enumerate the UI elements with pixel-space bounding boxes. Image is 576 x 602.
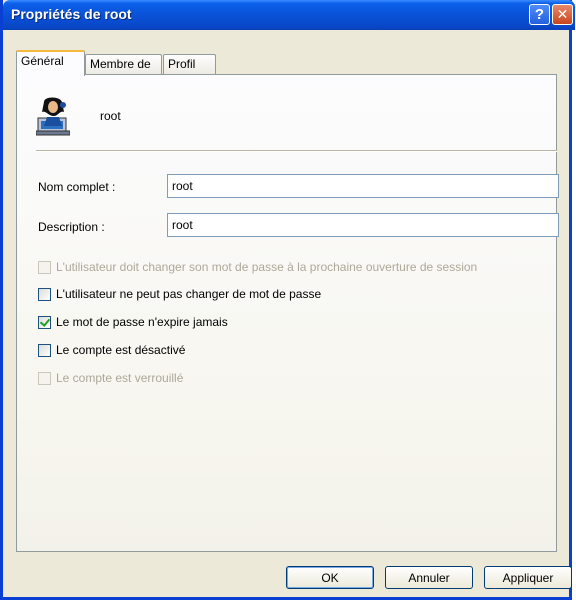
must-change-password-label: L'utilisateur doit changer son mot de pa… [56, 260, 478, 274]
must-change-password-checkbox [38, 261, 51, 274]
full-name-label: Nom complet : [38, 180, 116, 194]
tab-member-of[interactable]: Membre de [85, 54, 162, 74]
password-never-expires-label[interactable]: Le mot de passe n'expire jamais [56, 315, 228, 329]
tab-label: Général [21, 54, 64, 68]
ok-button[interactable]: OK [286, 566, 374, 589]
close-button[interactable]: ✕ [552, 4, 573, 25]
title-bar[interactable]: Propriétés de root ? ✕ [3, 0, 575, 30]
account-locked-checkbox [38, 372, 51, 385]
cancel-button[interactable]: Annuler [385, 566, 473, 589]
general-tab-panel [16, 74, 557, 552]
user-icon [36, 97, 70, 136]
account-locked-label: Le compte est verrouillé [56, 371, 184, 385]
tab-label: Membre de [90, 57, 151, 71]
account-disabled-checkbox[interactable] [38, 344, 51, 357]
cannot-change-password-checkbox[interactable] [38, 288, 51, 301]
tab-general[interactable]: Général [16, 50, 85, 76]
tab-label: Profil [168, 57, 196, 71]
window-title: Propriétés de root [11, 6, 132, 22]
description-field[interactable] [167, 213, 559, 237]
close-icon: ✕ [556, 6, 569, 22]
tab-profile[interactable]: Profil [163, 54, 216, 74]
user-name: root [100, 109, 121, 123]
full-name-field[interactable] [167, 174, 559, 198]
cannot-change-password-label[interactable]: L'utilisateur ne peut pas changer de mot… [56, 287, 321, 301]
description-label: Description : [38, 220, 105, 234]
help-button[interactable]: ? [529, 4, 550, 25]
password-never-expires-checkbox[interactable] [38, 316, 51, 329]
apply-button[interactable]: Appliquer [484, 566, 572, 589]
help-icon: ? [534, 6, 545, 23]
account-disabled-label[interactable]: Le compte est désactivé [56, 343, 185, 357]
divider [36, 150, 557, 152]
